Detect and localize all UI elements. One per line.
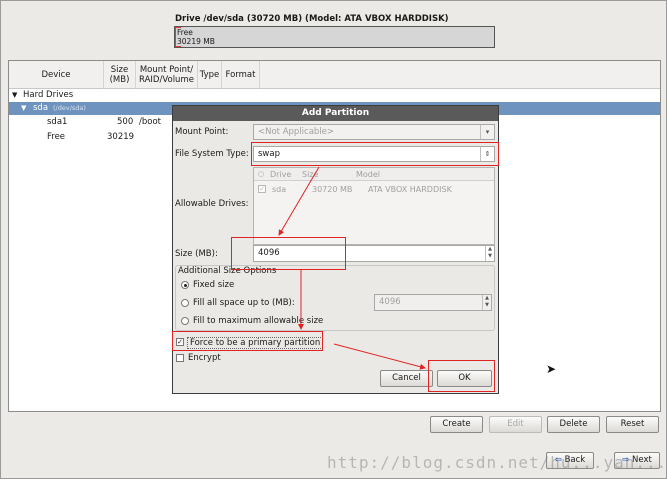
arrow-primary-to-ok [333, 343, 426, 370]
arrow-fstype-to-size [278, 166, 320, 236]
delete-button[interactable]: Delete [547, 416, 600, 433]
watermark: http://blog.csdn.net/hu...yan... [327, 453, 667, 472]
create-button[interactable]: Create [430, 416, 483, 433]
annotation-arrows [278, 166, 426, 370]
mouse-cursor-icon: ➤ [546, 362, 557, 376]
edit-button[interactable]: Edit [489, 416, 542, 433]
reset-button[interactable]: Reset [606, 416, 659, 433]
installer-window: Drive /dev/sda (30720 MB) (Model: ATA VB… [0, 0, 667, 479]
